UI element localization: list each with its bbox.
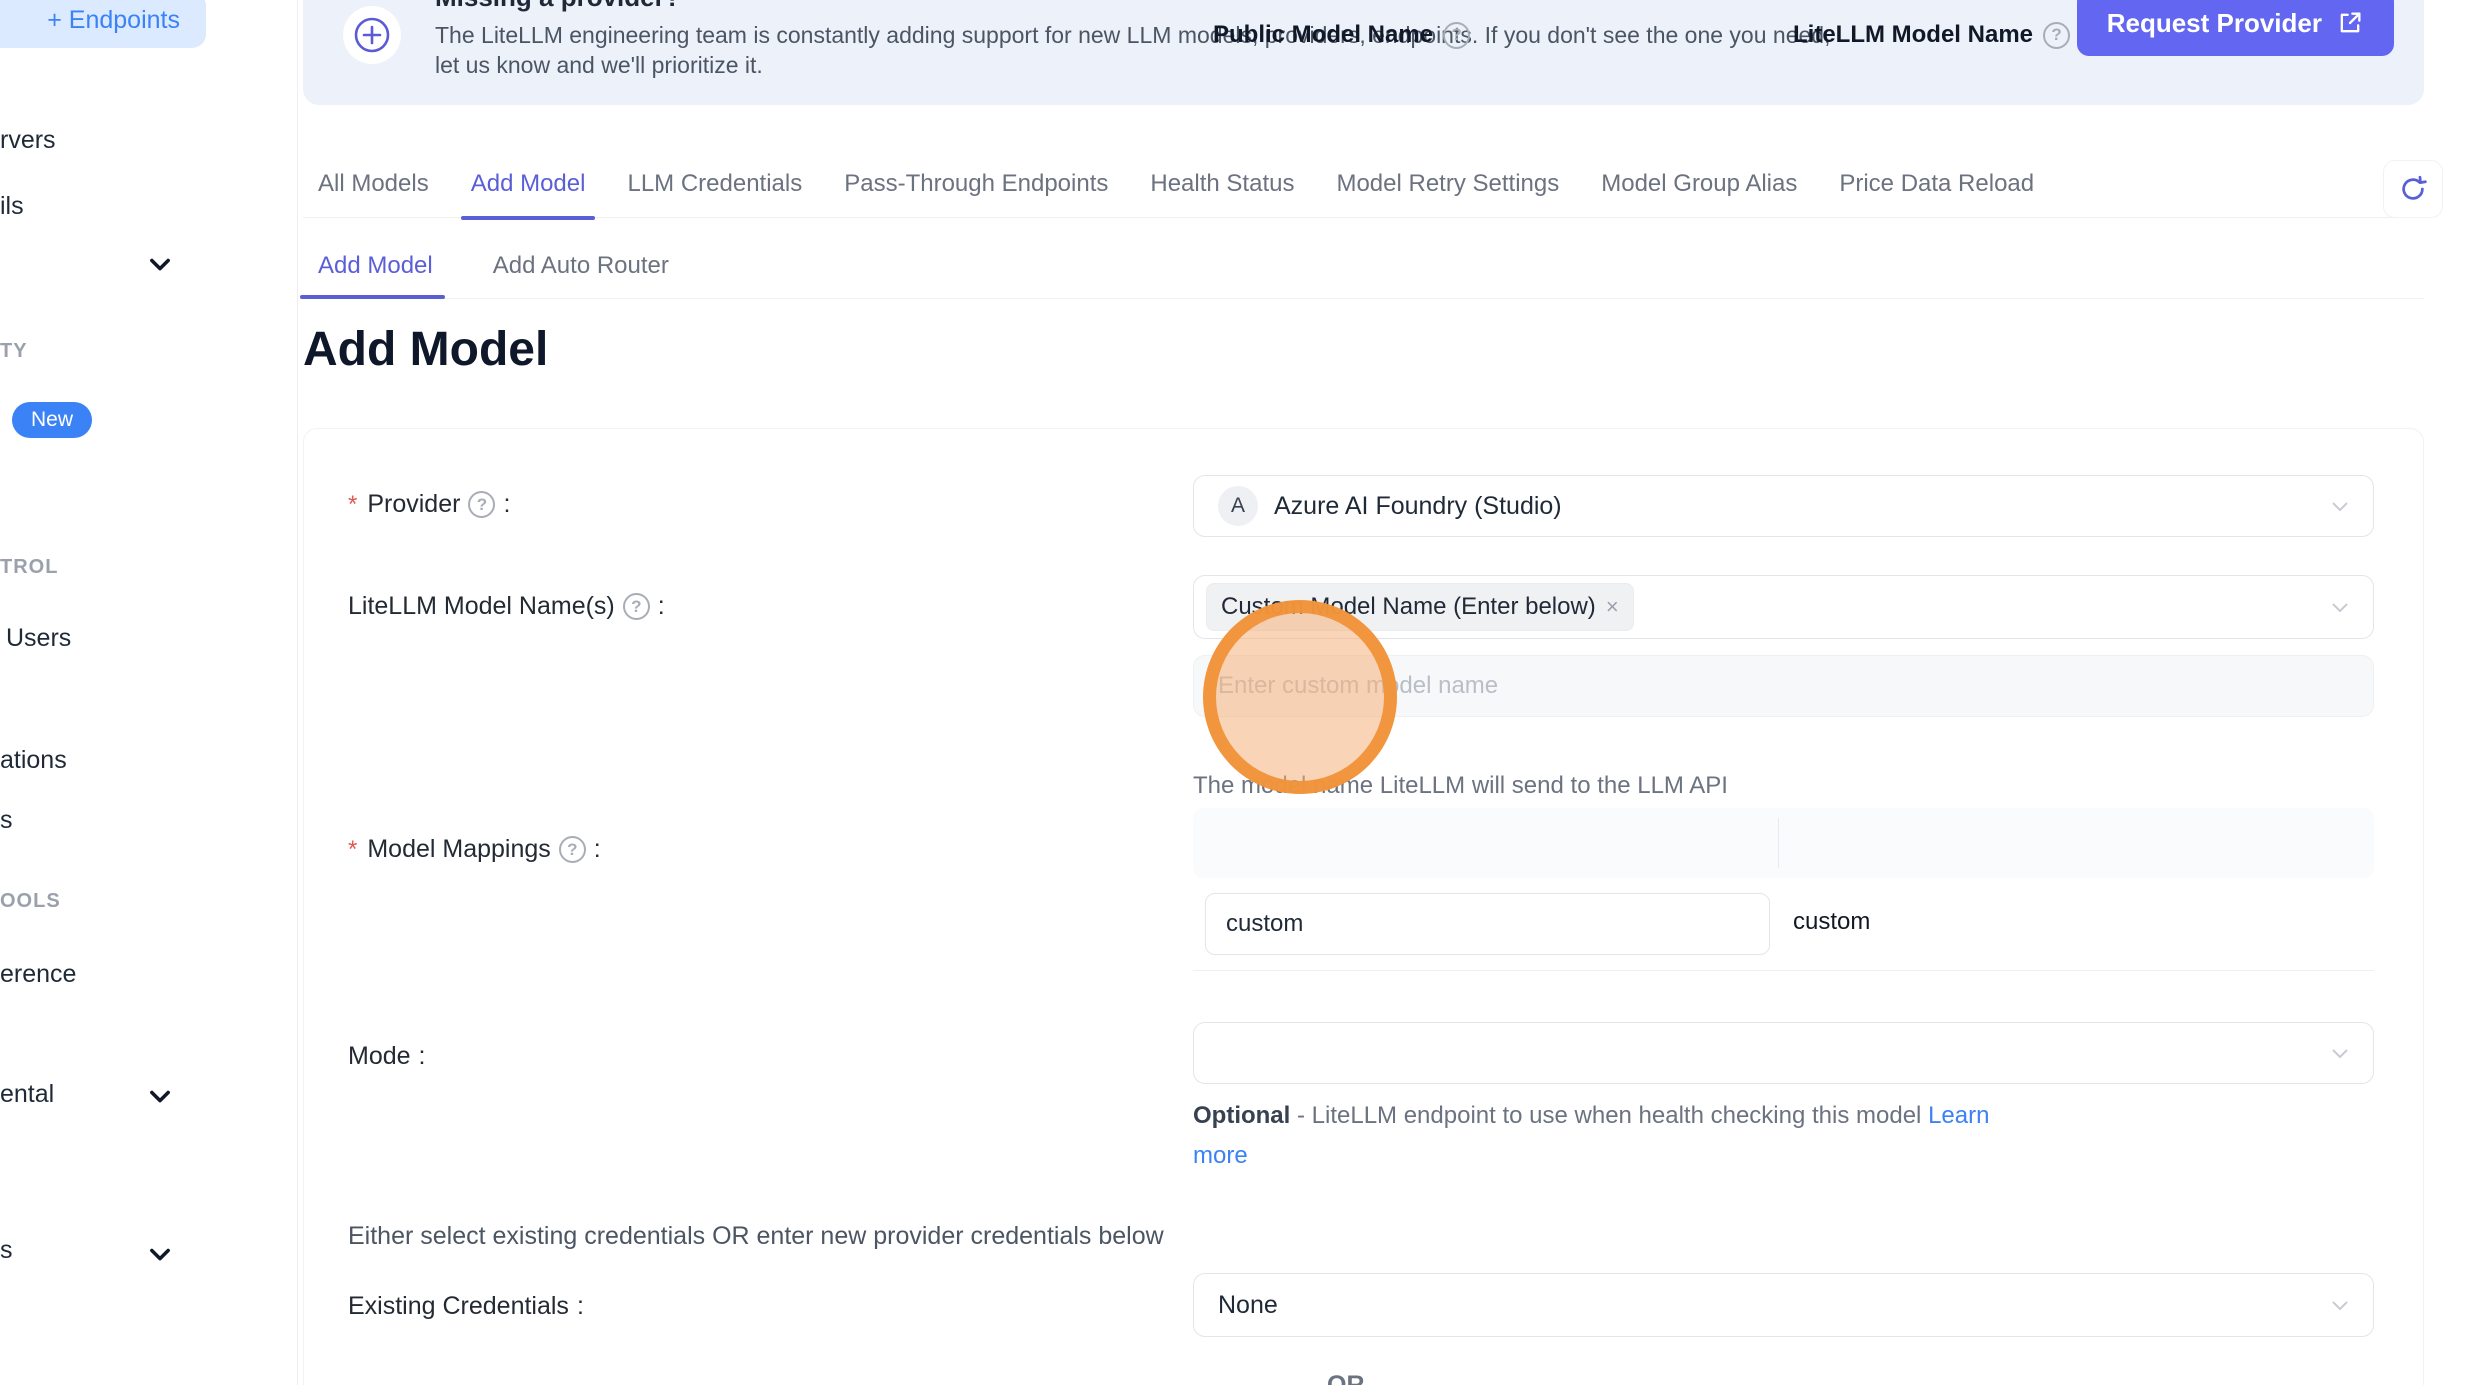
chevron-down-icon[interactable]	[146, 250, 174, 278]
chevron-down-icon	[2329, 1042, 2351, 1064]
subtab-add-auto-router[interactable]: Add Auto Router	[493, 252, 669, 280]
existing-credentials-label-text: Existing Credentials	[348, 1292, 569, 1321]
help-icon[interactable]: ?	[559, 836, 586, 863]
mode-help-text: Optional - LiteLLM endpoint to use when …	[1193, 1096, 2043, 1176]
column-public-model-name: Public Model Name ?	[1213, 0, 1470, 70]
mode-select[interactable]	[1193, 1022, 2374, 1084]
external-link-icon	[2336, 9, 2364, 37]
required-asterisk: *	[348, 836, 357, 864]
tab-pass-through-endpoints[interactable]: Pass-Through Endpoints	[844, 170, 1108, 220]
selected-model-tag-label: Custom Model Name (Enter below)	[1221, 593, 1596, 621]
sidebar-item-experimental[interactable]: ental	[0, 1080, 54, 1109]
sidebar: + Endpoints rvers ils TY New TROL Users …	[0, 0, 298, 1385]
public-model-name-input[interactable]	[1205, 893, 1770, 955]
required-asterisk: *	[348, 491, 357, 519]
help-icon[interactable]: ?	[2043, 22, 2070, 49]
chevron-down-icon	[2329, 1294, 2351, 1316]
colon: :	[503, 490, 510, 519]
sidebar-item-servers[interactable]: rvers	[0, 126, 56, 155]
mode-help-rest: - LiteLLM endpoint to use when health ch…	[1297, 1102, 1921, 1129]
custom-model-name-input[interactable]	[1193, 655, 2374, 717]
column-label: LiteLLM Model Name	[1793, 21, 2033, 49]
selected-model-tag: Custom Model Name (Enter below) ×	[1206, 583, 1634, 631]
tab-add-model[interactable]: Add Model	[471, 170, 586, 220]
new-badge[interactable]: New	[12, 402, 92, 438]
tab-llm-credentials[interactable]: LLM Credentials	[627, 170, 802, 220]
provider-label-text: Provider	[367, 490, 460, 519]
litellm-admin-screen: + Endpoints rvers ils TY New TROL Users …	[0, 0, 2477, 1385]
model-name-hint: The model name LiteLLM will send to the …	[1193, 772, 1728, 800]
model-names-multiselect[interactable]: Custom Model Name (Enter below) ×	[1193, 575, 2374, 639]
sidebar-item-teams[interactable]: s	[0, 806, 13, 835]
column-label: Public Model Name	[1213, 21, 1433, 49]
colon: :	[658, 592, 665, 621]
provider-select[interactable]: A Azure AI Foundry (Studio)	[1193, 475, 2374, 537]
sidebar-item-organizations[interactable]: ations	[0, 746, 67, 775]
refresh-button[interactable]	[2383, 160, 2443, 218]
sidebar-item-label: + Endpoints	[47, 6, 180, 35]
tab-health-status[interactable]: Health Status	[1150, 170, 1294, 220]
tab-all-models[interactable]: All Models	[318, 170, 429, 220]
model-tabs: All Models Add Model LLM Credentials Pas…	[318, 170, 2034, 220]
request-provider-button[interactable]: Request Provider	[2077, 0, 2394, 56]
tab-model-retry-settings[interactable]: Model Retry Settings	[1336, 170, 1559, 220]
request-provider-label: Request Provider	[2107, 8, 2322, 39]
mappings-table-header	[1193, 808, 2374, 878]
page-title: Add Model	[303, 322, 548, 377]
colon: :	[419, 1042, 426, 1071]
model-names-label: LiteLLM Model Name(s) ? :	[348, 592, 665, 621]
table-row-divider	[1193, 970, 2374, 971]
help-icon[interactable]: ?	[468, 491, 495, 518]
subtab-add-model[interactable]: Add Model	[318, 252, 433, 280]
existing-credentials-value: None	[1218, 1291, 1278, 1320]
existing-credentials-select[interactable]: None	[1193, 1273, 2374, 1337]
add-model-subtabs: Add Model Add Auto Router	[318, 252, 669, 280]
model-mappings-label-text: Model Mappings	[367, 835, 550, 864]
banner-body: The LiteLLM engineering team is constant…	[435, 20, 1855, 80]
litellm-model-name-value: custom	[1793, 908, 1870, 936]
chevron-down-icon[interactable]	[146, 1240, 174, 1268]
optional-label: Optional	[1193, 1102, 1290, 1129]
sidebar-item-models-endpoints[interactable]: + Endpoints	[0, 0, 206, 48]
chevron-down-icon[interactable]	[146, 1082, 174, 1110]
help-icon[interactable]: ?	[1443, 22, 1470, 49]
close-icon[interactable]: ×	[1606, 594, 1619, 620]
plus-circle-icon	[343, 6, 401, 64]
or-divider: OR	[1327, 1371, 1365, 1385]
subtabs-divider	[300, 298, 2424, 299]
mode-label: Mode :	[348, 1042, 426, 1071]
provider-value: Azure AI Foundry (Studio)	[1274, 492, 1562, 521]
sidebar-item-users[interactable]: Users	[6, 624, 71, 653]
column-divider	[1778, 818, 1779, 868]
column-litellm-model-name: LiteLLM Model Name ?	[1793, 0, 2070, 70]
mode-label-text: Mode	[348, 1042, 411, 1071]
provider-label: * Provider ? :	[348, 490, 510, 519]
provider-avatar: A	[1218, 486, 1258, 526]
refresh-icon	[2398, 174, 2428, 204]
sidebar-section-header: TROL	[0, 556, 58, 579]
sidebar-item-settings[interactable]: s	[0, 1236, 13, 1265]
chevron-down-icon	[2329, 596, 2351, 618]
tab-price-data-reload[interactable]: Price Data Reload	[1839, 170, 2034, 220]
credentials-note: Either select existing credentials OR en…	[348, 1222, 1164, 1251]
model-names-label-text: LiteLLM Model Name(s)	[348, 592, 615, 621]
colon: :	[577, 1292, 584, 1321]
active-subtab-underline	[300, 295, 445, 299]
sidebar-item-ils[interactable]: ils	[0, 192, 24, 221]
help-icon[interactable]: ?	[623, 593, 650, 620]
colon: :	[594, 835, 601, 864]
chevron-down-icon	[2329, 495, 2351, 517]
sidebar-section-header: TY	[0, 340, 28, 363]
model-mappings-label: * Model Mappings ? :	[348, 835, 601, 864]
tab-model-group-alias[interactable]: Model Group Alias	[1601, 170, 1797, 220]
banner-title: Missing a provider?	[435, 0, 681, 13]
sidebar-item-inference[interactable]: erence	[0, 960, 76, 989]
existing-credentials-label: Existing Credentials :	[348, 1292, 584, 1321]
sidebar-section-header: OOLS	[0, 890, 61, 913]
